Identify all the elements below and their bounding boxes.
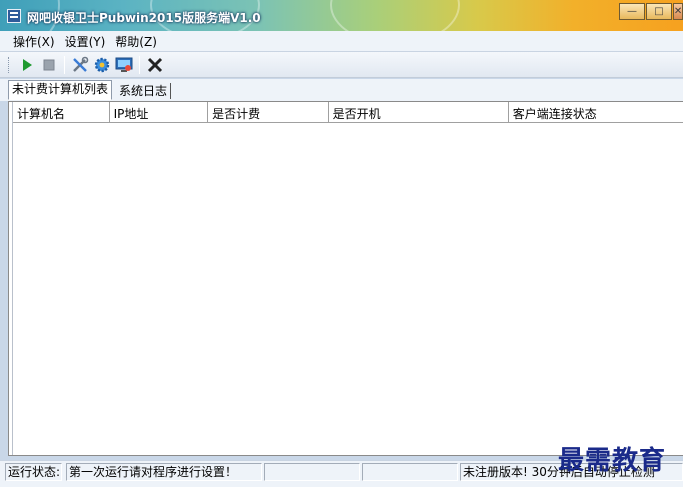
minimize-button[interactable]: —: [619, 3, 645, 20]
menu-bar: 操作(X) 设置(Y) 帮助(Z): [0, 31, 683, 52]
maximize-button[interactable]: □: [646, 3, 672, 20]
menu-settings[interactable]: 设置(Y): [60, 33, 111, 50]
toolbar-separator: [139, 55, 140, 74]
status-cell-empty: [362, 463, 458, 481]
status-message: 第一次运行请对程序进行设置！: [66, 463, 262, 481]
toolbar-grip[interactable]: [8, 56, 11, 73]
stop-icon: [43, 59, 55, 70]
computer-list-panel[interactable]: 计算机名 IP地址 是否计费 是否开机 客户端连接状态: [8, 101, 683, 456]
column-header-computer-name[interactable]: 计算机名: [13, 102, 110, 123]
column-header-ip-address[interactable]: IP地址: [110, 102, 209, 123]
close-button[interactable]: ✕: [673, 3, 683, 20]
menu-operate[interactable]: 操作(X): [8, 33, 60, 50]
play-icon: [23, 58, 32, 71]
title-bar-decoration: [330, 0, 460, 31]
monitor-icon: [115, 57, 133, 72]
exit-button[interactable]: [144, 54, 166, 76]
column-header-billing[interactable]: 是否计费: [208, 102, 329, 123]
settings-button[interactable]: [91, 54, 113, 76]
gear-icon: [94, 57, 110, 72]
tab-system-log[interactable]: 系统日志: [117, 83, 172, 99]
status-label: 运行状态:: [5, 463, 62, 481]
tools-icon: [73, 56, 89, 72]
table-header: 计算机名 IP地址 是否计费 是否开机 客户端连接状态: [13, 102, 683, 123]
column-header-powered-on[interactable]: 是否开机: [329, 102, 509, 123]
watermark: 最需教育: [558, 446, 667, 476]
title-bar[interactable]: 网吧收银卫士Pubwin2015版服务端V1.0 — □ ✕: [0, 0, 683, 31]
window-title: 网吧收银卫士Pubwin2015版服务端V1.0: [27, 11, 261, 25]
toolbar-separator: [64, 55, 65, 74]
monitor-button[interactable]: [113, 54, 135, 76]
tools-button[interactable]: [69, 54, 91, 76]
column-header-client-connection-status[interactable]: 客户端连接状态: [509, 102, 683, 123]
exit-icon: [147, 57, 163, 72]
start-button[interactable]: [16, 54, 38, 76]
tab-unbilled-computers[interactable]: 未计费计算机列表: [8, 80, 113, 100]
status-cell-empty: [264, 463, 360, 481]
window-controls: — □ ✕: [618, 3, 683, 20]
app-icon: [7, 9, 21, 23]
tab-strip: 未计费计算机列表 系统日志: [0, 79, 683, 101]
stop-button[interactable]: [38, 54, 60, 76]
menu-help[interactable]: 帮助(Z): [110, 33, 162, 50]
toolbar: [0, 52, 683, 78]
